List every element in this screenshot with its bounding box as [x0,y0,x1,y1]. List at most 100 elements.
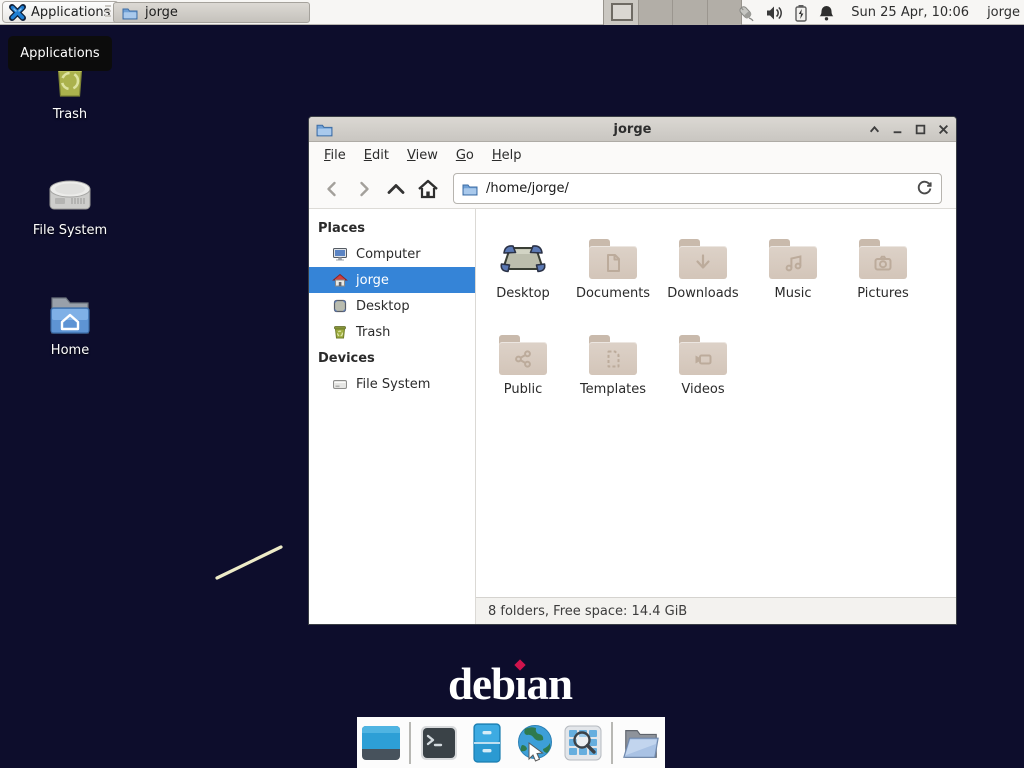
notifications-bell-icon[interactable] [818,4,835,22]
sidebar: Places Computer jorge [309,209,476,624]
applications-menu-label: Applications [31,5,110,20]
up-button[interactable] [383,176,409,202]
applications-menu-button[interactable]: Applications [2,1,119,23]
debian-text: an [527,659,573,709]
file-view: Desktop Documents [476,209,956,624]
file-item-documents[interactable]: Documents [568,221,658,317]
file-label: Documents [568,286,658,301]
dock-separator [409,722,411,764]
app-finder-icon[interactable] [563,723,603,763]
desktop-icon-home[interactable]: Home [12,288,128,358]
computer-icon [332,246,348,262]
panel-clock[interactable]: Sun 25 Apr, 10:06 [851,5,969,20]
home-button[interactable] [415,176,441,202]
files-grid: Desktop Documents [476,209,956,597]
home-icon [332,272,348,288]
file-item-music[interactable]: Music [748,221,838,317]
taskbar-window-button[interactable]: jorge [113,2,310,23]
menubar: File Edit View Go Help [309,142,956,169]
show-desktop-icon[interactable] [361,723,401,763]
window-titlebar[interactable]: jorge [309,117,956,142]
menu-edit[interactable]: Edit [355,144,398,167]
system-tray: Sun 25 Apr, 10:06 jorge [736,0,1020,25]
menu-go[interactable]: Go [447,144,483,167]
workspace-switcher[interactable] [603,0,742,25]
sidebar-item-trash[interactable]: Trash [309,319,475,345]
file-label: Desktop [478,286,568,301]
menu-view[interactable]: View [398,144,447,167]
volume-icon[interactable] [765,4,784,22]
debian-wordmark: debıan [400,658,620,710]
desktop-icon-label: File System [12,223,128,238]
xfce-logo-icon [9,4,26,21]
folder-icon[interactable] [621,723,661,763]
workspace-1[interactable] [604,0,639,25]
file-label: Downloads [658,286,748,301]
file-item-pictures[interactable]: Pictures [838,221,928,317]
battery-icon[interactable] [793,4,809,22]
file-item-desktop[interactable]: Desktop [478,221,568,317]
toolbar: /home/jorge/ [309,169,956,209]
file-item-public[interactable]: Public [478,317,568,413]
file-cabinet-icon[interactable] [467,723,507,763]
file-manager-window: jorge File Edit View Go Help [308,116,957,625]
path-bar[interactable]: /home/jorge/ [453,173,942,204]
file-label: Videos [658,382,748,397]
desktop-icon-label: Trash [12,107,128,122]
file-label: Public [478,382,568,397]
desktop-icon-file-system[interactable]: File System [12,168,128,238]
sidebar-item-label: Trash [356,325,390,340]
minimize-icon[interactable] [890,123,904,137]
sidebar-item-file-system[interactable]: File System [309,371,475,397]
desktop: Applications jorge [0,0,1024,768]
back-button[interactable] [319,176,345,202]
desktop-icon [332,298,348,314]
taskbar-window-label: jorge [145,5,178,20]
path-input[interactable]: /home/jorge/ [486,181,908,196]
desktop-icon-label: Home [12,343,128,358]
refresh-icon[interactable] [916,180,933,197]
menu-file[interactable]: File [315,144,355,167]
sidebar-item-computer[interactable]: Computer [309,241,475,267]
sidebar-item-label: File System [356,377,430,392]
window-title: jorge [309,122,956,137]
maximize-icon[interactable] [913,123,927,137]
workspace-3[interactable] [673,0,708,25]
mouse-icon[interactable] [736,3,756,23]
sidebar-item-label: Computer [356,247,421,262]
sidebar-devices-header: Devices [309,345,475,371]
workspace-2[interactable] [639,0,674,25]
workspace-window-preview [611,3,633,21]
folder-icon [462,182,478,196]
web-browser-icon[interactable] [515,723,555,763]
sidebar-item-label: Desktop [356,299,410,314]
desktop-workspace-icon [499,237,547,279]
file-item-videos[interactable]: Videos [658,317,748,413]
home-folder-icon [45,292,95,338]
sidebar-places-header: Places [309,215,475,241]
forward-button[interactable] [351,176,377,202]
top-panel: Applications jorge [0,0,1024,25]
close-icon[interactable] [936,123,950,137]
folder-document-icon [601,251,625,275]
folder-music-icon [781,251,805,275]
file-item-downloads[interactable]: Downloads [658,221,748,317]
sidebar-item-desktop[interactable]: Desktop [309,293,475,319]
folder-icon [122,6,138,20]
statusbar: 8 folders, Free space: 14.4 GiB [476,597,956,624]
panel-grip-handle[interactable] [105,5,111,20]
terminal-icon[interactable] [419,723,459,763]
folder-download-icon [691,251,715,275]
folder-camera-icon [871,251,895,275]
file-label: Pictures [838,286,928,301]
file-item-templates[interactable]: Templates [568,317,658,413]
sidebar-item-label: jorge [356,273,389,288]
status-text: 8 folders, Free space: 14.4 GiB [488,604,687,619]
dock-separator [611,722,613,764]
sidebar-item-jorge[interactable]: jorge [309,267,475,293]
menu-help[interactable]: Help [483,144,531,167]
tooltip-text: Applications [20,46,99,61]
shade-icon[interactable] [867,123,881,137]
panel-username[interactable]: jorge [987,5,1020,20]
trash-icon [332,324,348,340]
